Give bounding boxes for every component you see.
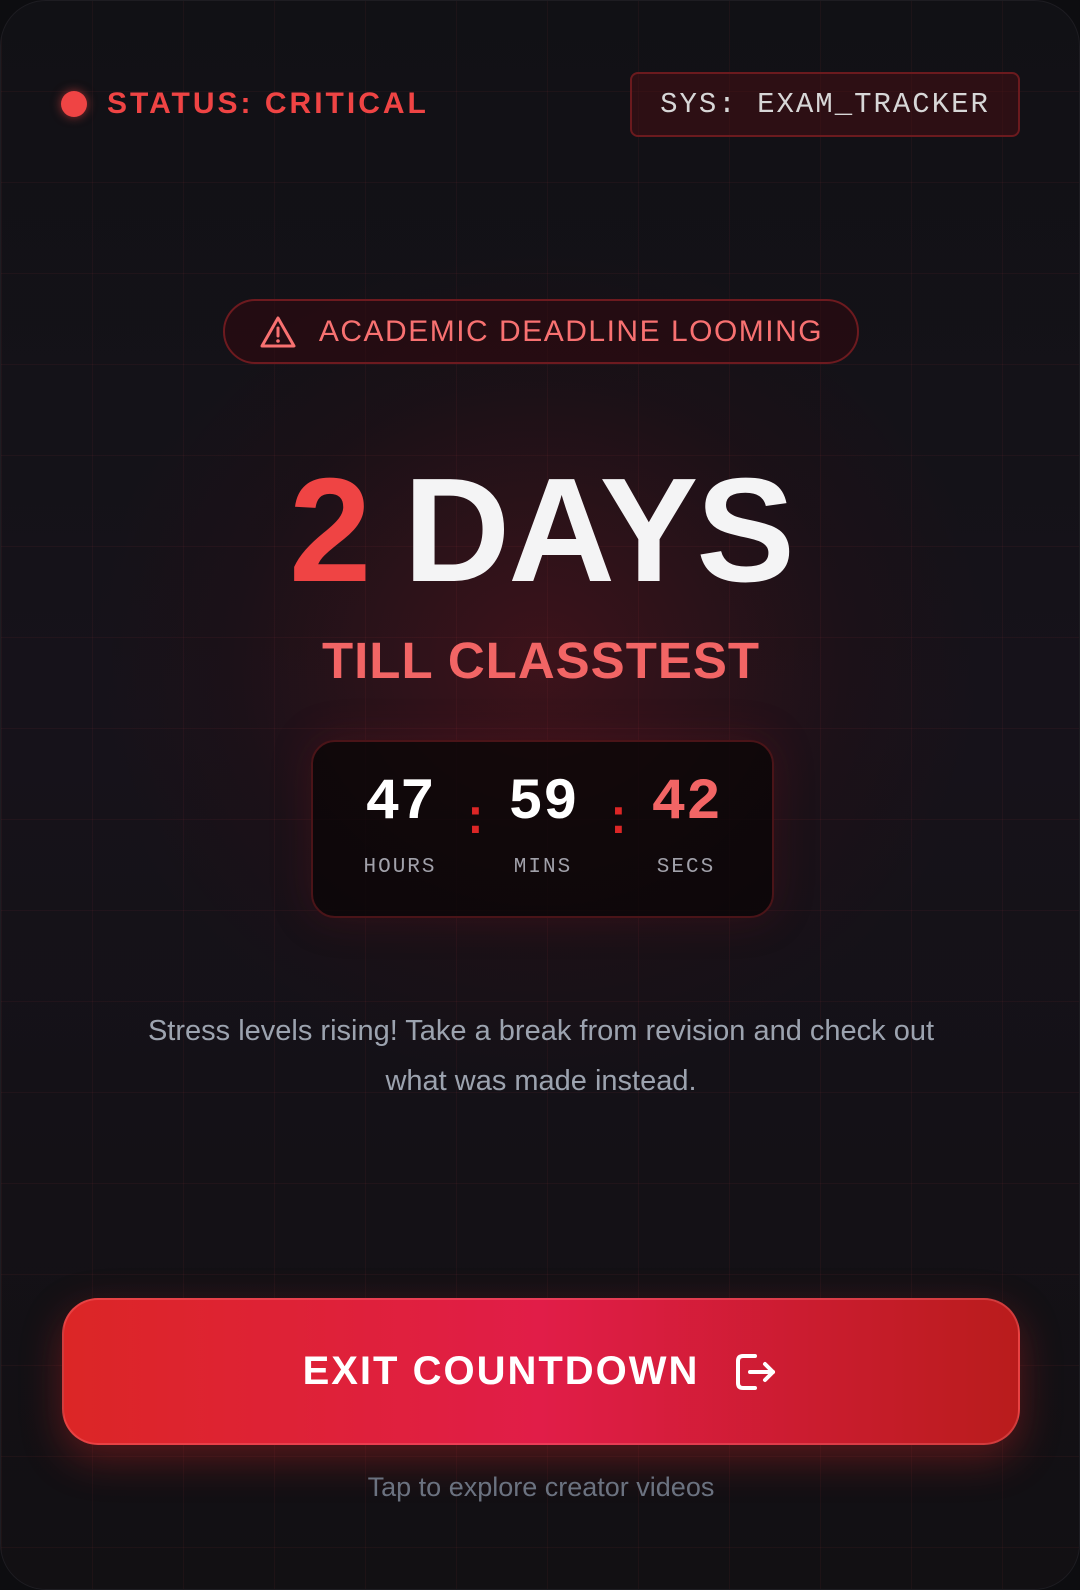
- exit-door-icon: [736, 1353, 776, 1390]
- seconds-unit: 42 SECS: [626, 771, 746, 880]
- countdown-timer: 47 HOURS : 59 MINS : 42 SECS: [311, 740, 774, 918]
- days-unit: DAYS: [403, 448, 795, 613]
- days-remaining-headline: 2 DAYS: [1, 456, 1079, 606]
- minutes-label: MINS: [513, 856, 573, 879]
- hours-unit: 47 HOURS: [340, 771, 460, 880]
- seconds-value: 42: [651, 771, 721, 836]
- warning-triangle-icon: [260, 316, 296, 347]
- hours-label: HOURS: [363, 856, 437, 879]
- deadline-alert-badge: ACADEMIC DEADLINE LOOMING: [223, 299, 859, 364]
- status-dot: [61, 91, 87, 117]
- headline-subtitle: TILL CLASSTEST: [321, 632, 761, 689]
- system-tag: SYS: EXAM_TRACKER: [630, 72, 1020, 137]
- break-message: Stress levels rising! Take a break from …: [147, 1015, 935, 1097]
- minutes-value: 59: [508, 771, 578, 836]
- days-number: 2: [289, 448, 371, 613]
- seconds-label: SECS: [656, 856, 716, 879]
- minutes-unit: 59 MINS: [483, 771, 603, 880]
- exit-countdown-label: EXIT COUNTDOWN: [302, 1349, 700, 1393]
- status-indicator: STATUS: CRITICAL: [61, 87, 429, 121]
- deadline-alert-label: ACADEMIC DEADLINE LOOMING: [318, 314, 824, 348]
- status-label: STATUS: CRITICAL: [107, 87, 429, 120]
- countdown-card: STATUS: CRITICAL SYS: EXAM_TRACKER ACADE…: [0, 0, 1080, 1590]
- hours-value: 47: [365, 771, 435, 836]
- exit-countdown-button[interactable]: EXIT COUNTDOWN: [62, 1298, 1020, 1445]
- explore-hint: Tap to explore creator videos: [367, 1472, 715, 1502]
